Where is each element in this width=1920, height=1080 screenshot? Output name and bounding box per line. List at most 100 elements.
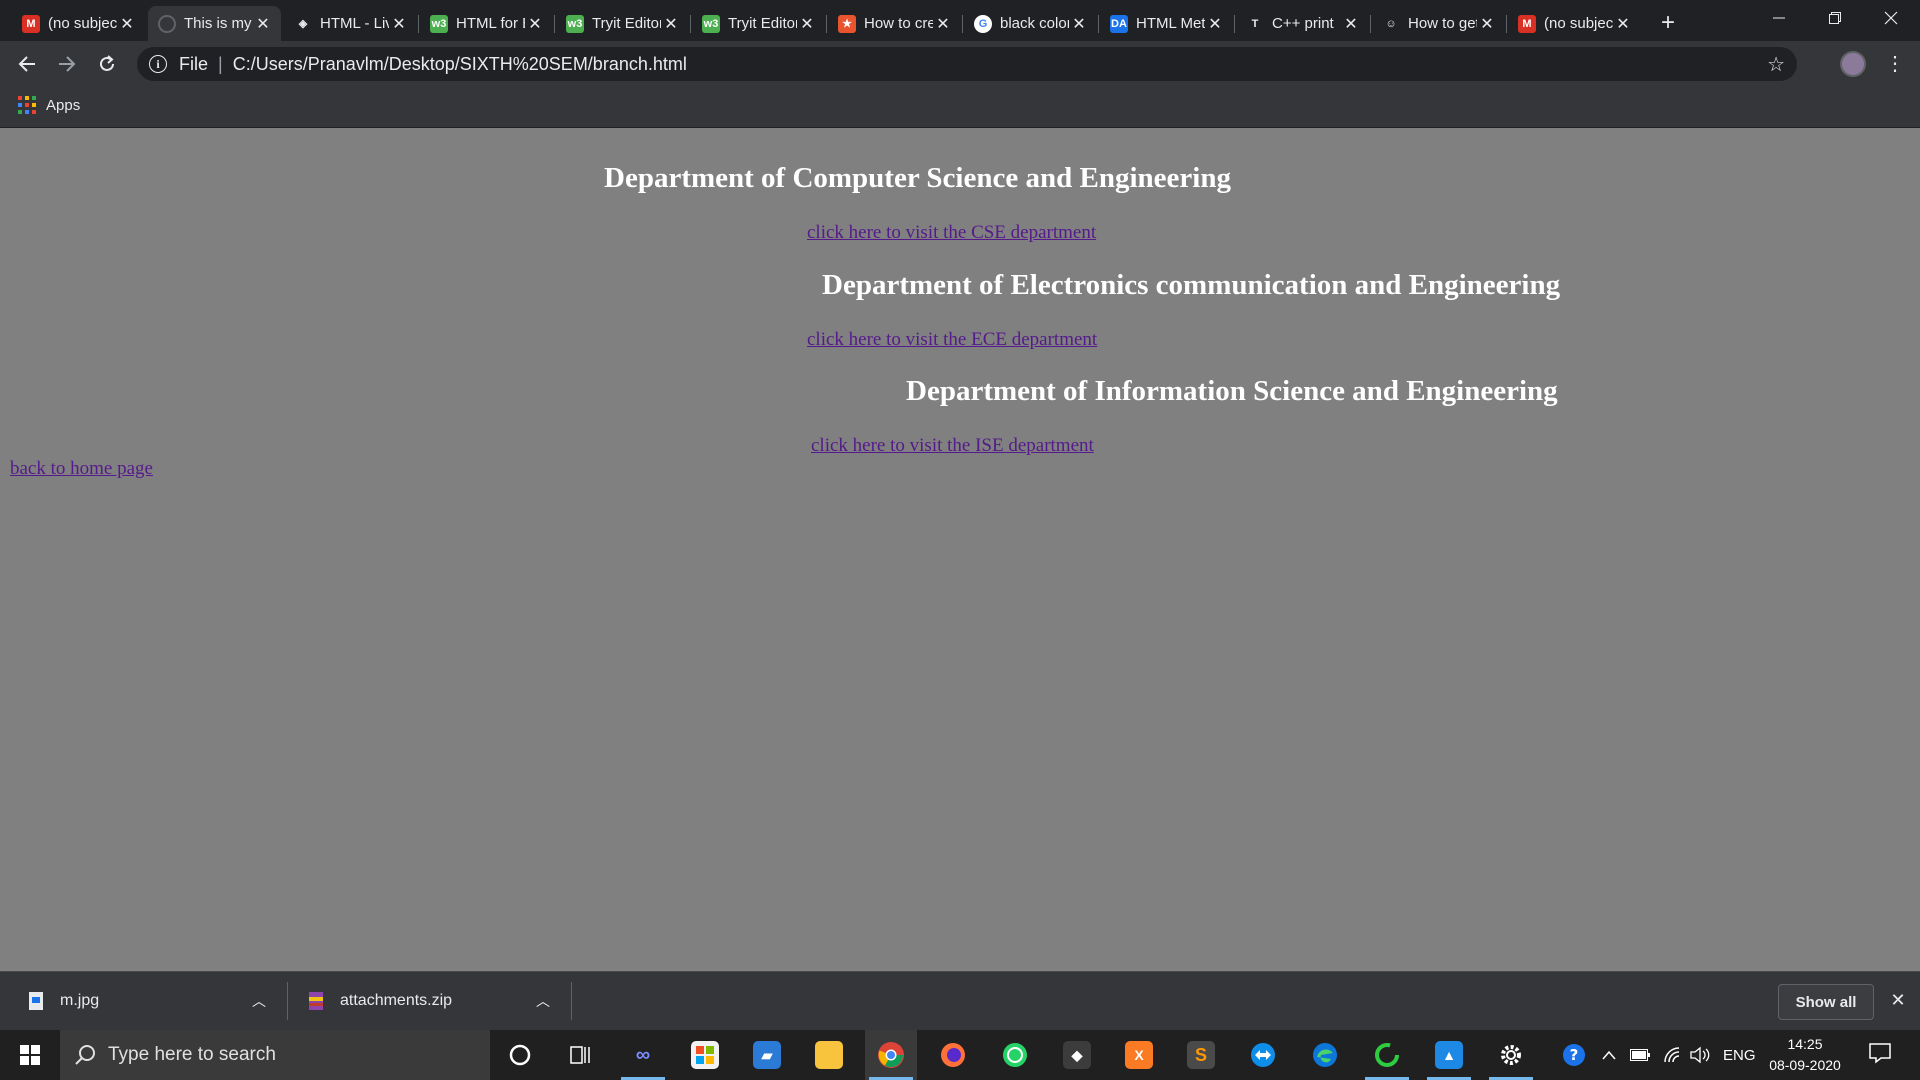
action-center-button[interactable] [1868,1042,1894,1066]
volume-tray-icon[interactable] [1690,1030,1712,1080]
whatsapp-icon [1003,1043,1027,1067]
back-button[interactable] [12,49,42,79]
restore-button[interactable] [1807,0,1863,36]
close-tab-icon[interactable]: ✕ [1205,14,1225,34]
taskbar-app[interactable]: X [1113,1030,1165,1080]
notification-icon [1869,1043,1891,1064]
forward-button[interactable] [52,49,82,79]
taskbar-app[interactable] [1237,1030,1289,1080]
clock-date: 08-09-2020 [1769,1057,1841,1073]
taskbar-app[interactable] [989,1030,1041,1080]
new-tab-button[interactable]: + [1653,8,1683,38]
tab-separator [418,15,419,33]
generic-icon: ★ [838,14,856,33]
firefox-icon [941,1043,965,1067]
close-tab-icon[interactable]: ✕ [525,14,545,34]
help-tray-icon[interactable]: ? [1560,1030,1588,1080]
bookmark-star-icon[interactable]: ☆ [1767,52,1785,77]
url-text[interactable]: C:/Users/Pranavlm/Desktop/SIXTH%20SEM/br… [233,54,687,75]
sublime-text-icon: S [1187,1041,1215,1069]
close-icon [1884,11,1898,25]
taskbar-app[interactable] [1485,1030,1537,1080]
close-tab-icon[interactable]: ✕ [253,14,273,34]
show-hidden-icons-button[interactable] [1602,1030,1616,1080]
chevron-up-icon[interactable]: ︿ [252,991,266,1011]
taskbar-app[interactable] [865,1030,917,1080]
taskbar-app[interactable]: S [1175,1030,1227,1080]
taskbar-app[interactable]: ◆ [1051,1030,1103,1080]
browser-tab[interactable]: M (no subject)✕ [12,6,145,41]
browser-tab[interactable]: T C++ print ✕ [1236,6,1369,41]
back-home-link[interactable]: back to home page [10,458,153,480]
close-download-shelf-icon[interactable]: ✕ [1886,988,1910,1012]
taskbar-app[interactable] [803,1030,855,1080]
close-tab-icon[interactable]: ✕ [1341,14,1361,34]
chevron-up-icon[interactable]: ︿ [536,991,550,1011]
ise-link[interactable]: click here to visit the ISE department [811,435,1094,457]
browser-tab[interactable]: Gblack color ✕ [964,6,1097,41]
taskbar-app[interactable] [927,1030,979,1080]
close-tab-icon[interactable]: ✕ [1613,14,1633,34]
cse-link[interactable]: click here to visit the CSE department [807,222,1096,244]
globe-icon [158,14,176,33]
taskbar-app[interactable]: ∞ [617,1030,669,1080]
browser-tab[interactable]: w3 Tryit Editor ✕ [692,6,825,41]
taskbar-search[interactable]: Type here to search [60,1030,490,1080]
task-view-button[interactable] [554,1030,606,1080]
close-tab-icon[interactable]: ✕ [117,14,137,34]
reload-button[interactable] [92,49,122,79]
download-item[interactable]: m.jpg ︿ [28,972,278,1030]
close-tab-icon[interactable]: ✕ [1477,14,1497,34]
apps-shortcut[interactable]: Apps [18,96,80,114]
info-icon[interactable]: i [149,55,167,73]
w3-icon: w3 [702,14,720,33]
tab-title: HTML - Living Standard [320,15,389,32]
download-item[interactable]: attachments.zip ︿ [308,972,558,1030]
ece-heading: Department of Electronics communication … [822,269,1561,301]
close-tab-icon[interactable]: ✕ [933,14,953,34]
archive-file-icon [309,992,323,1010]
code-editor-icon: ◆ [1063,1041,1091,1069]
url-scheme: File [179,53,209,74]
taskbar-app[interactable] [679,1030,731,1080]
ece-link[interactable]: click here to visit the ECE department [807,329,1097,351]
profile-avatar[interactable] [1840,51,1866,77]
browser-tab[interactable]: w3 Tryit Editor ✕ [556,6,689,41]
download-filename: m.jpg [60,992,100,1009]
minimize-button[interactable] [1751,0,1807,36]
address-bar[interactable]: i File | C:/Users/Pranavlm/Desktop/SIXTH… [137,47,1797,81]
close-window-button[interactable] [1863,0,1919,36]
taskbar-app[interactable] [1299,1030,1351,1080]
tutorial-icon: DA [1110,14,1128,33]
browser-tab[interactable]: ◈ HTML - Living Standard✕ [284,6,417,41]
browser-menu-icon[interactable]: ⋮ [1885,51,1905,77]
taskbar-app[interactable]: ▲ [1423,1030,1475,1080]
clock[interactable]: 14:25 08-09-2020 [1760,1034,1850,1076]
browser-tab[interactable]: ★ How to create✕ [828,6,961,41]
browser-tab[interactable]: ☺ How to get ✕ [1372,6,1505,41]
cortana-button[interactable] [494,1030,546,1080]
battery-tray-icon[interactable] [1630,1030,1650,1080]
taskbar-app[interactable]: ▰ [741,1030,793,1080]
cortana-icon [509,1044,531,1066]
browser-toolbar: i File | C:/Users/Pranavlm/Desktop/SIXTH… [0,41,1920,87]
close-tab-icon[interactable]: ✕ [797,14,817,34]
taskbar-app[interactable] [1361,1030,1413,1080]
download-shelf: m.jpg ︿ attachments.zip ︿ Show all ✕ [0,971,1920,1030]
show-all-downloads-button[interactable]: Show all [1778,984,1874,1020]
start-button[interactable] [0,1030,60,1080]
browser-tab[interactable]: This is my page✕ [148,6,281,41]
browser-tab[interactable]: M (no subject)✕ [1508,6,1641,41]
close-tab-icon[interactable]: ✕ [661,14,681,34]
network-tray-icon[interactable] [1663,1030,1683,1080]
close-tab-icon[interactable]: ✕ [389,14,409,34]
browser-tab[interactable]: DA HTML Meter✕ [1100,6,1233,41]
close-tab-icon[interactable]: ✕ [1069,14,1089,34]
chrome-icon [878,1042,904,1068]
tab-separator [1506,15,1507,33]
language-indicator[interactable]: ENG [1723,1030,1756,1080]
browser-tab[interactable]: w3 HTML for Beginners✕ [420,6,553,41]
loading-ring-icon [1375,1043,1399,1067]
search-placeholder: Type here to search [108,1044,276,1065]
windows-logo-icon [20,1045,40,1065]
